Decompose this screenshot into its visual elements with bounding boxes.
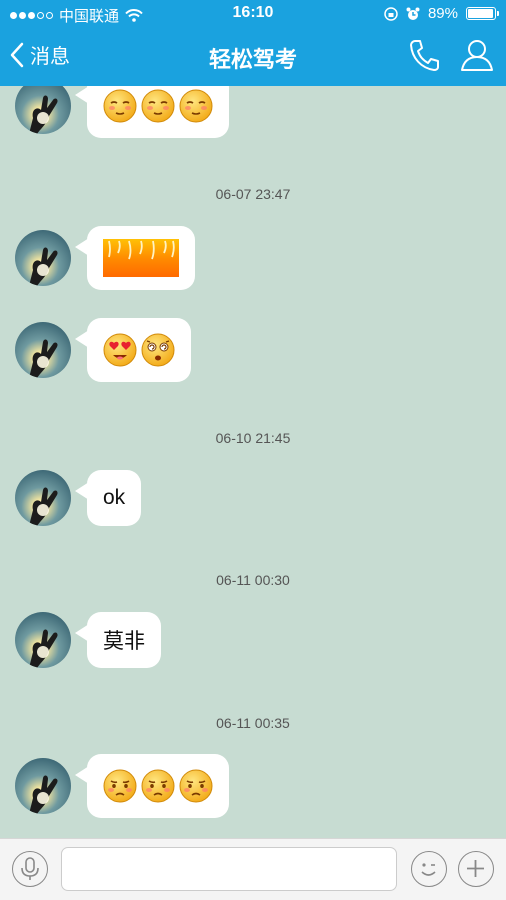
status-bar: 中国联通 16:10 89% <box>0 0 506 28</box>
message-row: ok <box>15 470 142 526</box>
emoji-sad-face <box>179 769 213 803</box>
message-row <box>15 86 229 138</box>
timestamp: 06-11 00:35 <box>216 715 290 731</box>
message-bubble-emoji[interactable] <box>75 318 191 382</box>
emoji-blush-face <box>179 89 213 123</box>
message-row <box>15 318 191 382</box>
battery-icon <box>466 7 499 20</box>
message-row <box>15 226 195 290</box>
rotation-lock-icon <box>384 6 398 21</box>
message-bubble-sticker[interactable] <box>75 226 195 290</box>
message-text: ok <box>103 486 126 509</box>
microphone-icon <box>21 857 39 880</box>
avatar[interactable] <box>15 758 71 814</box>
avatar[interactable] <box>15 612 71 668</box>
message-text: 莫非 <box>103 630 145 653</box>
timestamp: 06-07 23:47 <box>215 186 291 202</box>
alarm-icon <box>406 7 420 20</box>
message-bubble-emoji[interactable] <box>75 86 229 138</box>
timestamp: 06-11 00:30 <box>216 572 290 588</box>
message-bubble-text[interactable]: ok <box>74 470 142 526</box>
emoji-button[interactable] <box>411 851 447 887</box>
nav-bar: 消息 轻松驾考 <box>0 28 506 86</box>
person-icon[interactable] <box>460 38 494 72</box>
fire-image <box>103 239 179 277</box>
avatar[interactable] <box>15 230 71 286</box>
header: 中国联通 16:10 89% 消息 轻松驾考 <box>0 0 506 86</box>
phone-icon[interactable] <box>408 38 440 72</box>
plus-button[interactable] <box>458 851 494 887</box>
emoji-sad-face <box>103 769 137 803</box>
message-input[interactable] <box>61 847 397 891</box>
avatar[interactable] <box>15 86 71 134</box>
chat-area[interactable]: 06-07 23:47 06-10 21:45 ok 06-11 00:30 莫… <box>0 86 506 838</box>
avatar[interactable] <box>15 470 71 526</box>
emoji-blush-face <box>141 89 175 123</box>
input-bar <box>0 838 506 900</box>
voice-button[interactable] <box>12 851 48 887</box>
avatar[interactable] <box>15 322 71 378</box>
smiley-icon <box>421 863 436 876</box>
message-row: 莫非 <box>15 612 161 668</box>
message-bubble-emoji[interactable] <box>75 754 229 818</box>
message-bubble-text[interactable]: 莫非 <box>75 612 161 668</box>
emoji-blush-face <box>103 89 137 123</box>
plus-icon <box>467 860 484 877</box>
timestamp: 06-10 21:45 <box>215 430 291 446</box>
emoji-sad-face <box>141 769 175 803</box>
emoji-dizzy-face <box>141 333 175 367</box>
battery-percent: 89% <box>427 5 458 22</box>
emoji-heart-eyes-face <box>103 333 137 367</box>
message-row <box>15 754 229 818</box>
